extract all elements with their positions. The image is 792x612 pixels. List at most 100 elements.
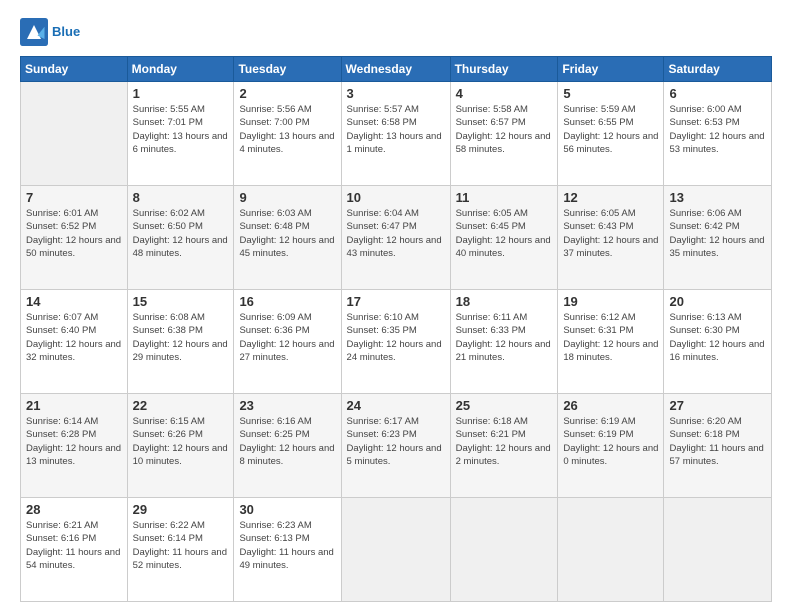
calendar-cell: 6 Sunrise: 6:00 AMSunset: 6:53 PMDaylight… bbox=[664, 82, 772, 186]
day-info: Sunrise: 6:02 AMSunset: 6:50 PMDaylight:… bbox=[133, 207, 229, 260]
calendar-cell bbox=[450, 498, 558, 602]
calendar-day-header: Wednesday bbox=[341, 57, 450, 82]
calendar-day-header: Tuesday bbox=[234, 57, 341, 82]
calendar-cell: 13 Sunrise: 6:06 AMSunset: 6:42 PMDayligh… bbox=[664, 186, 772, 290]
day-number: 21 bbox=[26, 398, 122, 413]
day-number: 27 bbox=[669, 398, 766, 413]
calendar-cell: 10 Sunrise: 6:04 AMSunset: 6:47 PMDayligh… bbox=[341, 186, 450, 290]
calendar-day-header: Saturday bbox=[664, 57, 772, 82]
logo-icon bbox=[20, 18, 48, 46]
day-info: Sunrise: 6:06 AMSunset: 6:42 PMDaylight:… bbox=[669, 207, 766, 260]
calendar-cell: 27 Sunrise: 6:20 AMSunset: 6:18 PMDayligh… bbox=[664, 394, 772, 498]
day-info: Sunrise: 6:12 AMSunset: 6:31 PMDaylight:… bbox=[563, 311, 658, 364]
calendar-cell: 15 Sunrise: 6:08 AMSunset: 6:38 PMDayligh… bbox=[127, 290, 234, 394]
day-info: Sunrise: 6:20 AMSunset: 6:18 PMDaylight:… bbox=[669, 415, 766, 468]
day-number: 24 bbox=[347, 398, 445, 413]
day-number: 7 bbox=[26, 190, 122, 205]
day-info: Sunrise: 6:09 AMSunset: 6:36 PMDaylight:… bbox=[239, 311, 335, 364]
day-info: Sunrise: 6:19 AMSunset: 6:19 PMDaylight:… bbox=[563, 415, 658, 468]
header: Blue bbox=[20, 18, 772, 46]
day-number: 16 bbox=[239, 294, 335, 309]
calendar-cell: 16 Sunrise: 6:09 AMSunset: 6:36 PMDayligh… bbox=[234, 290, 341, 394]
calendar-cell: 28 Sunrise: 6:21 AMSunset: 6:16 PMDayligh… bbox=[21, 498, 128, 602]
day-number: 11 bbox=[456, 190, 553, 205]
day-number: 13 bbox=[669, 190, 766, 205]
day-number: 18 bbox=[456, 294, 553, 309]
calendar-cell: 14 Sunrise: 6:07 AMSunset: 6:40 PMDayligh… bbox=[21, 290, 128, 394]
calendar-week-row: 14 Sunrise: 6:07 AMSunset: 6:40 PMDayligh… bbox=[21, 290, 772, 394]
day-number: 23 bbox=[239, 398, 335, 413]
calendar-cell bbox=[664, 498, 772, 602]
day-info: Sunrise: 5:55 AMSunset: 7:01 PMDaylight:… bbox=[133, 103, 229, 156]
logo-line2: Blue bbox=[52, 24, 80, 40]
day-info: Sunrise: 5:56 AMSunset: 7:00 PMDaylight:… bbox=[239, 103, 335, 156]
day-info: Sunrise: 6:17 AMSunset: 6:23 PMDaylight:… bbox=[347, 415, 445, 468]
day-number: 25 bbox=[456, 398, 553, 413]
day-info: Sunrise: 6:05 AMSunset: 6:45 PMDaylight:… bbox=[456, 207, 553, 260]
calendar-cell: 29 Sunrise: 6:22 AMSunset: 6:14 PMDayligh… bbox=[127, 498, 234, 602]
page: Blue SundayMondayTuesdayWednesdayThursda… bbox=[0, 0, 792, 612]
day-info: Sunrise: 6:22 AMSunset: 6:14 PMDaylight:… bbox=[133, 519, 229, 572]
calendar-cell: 2Sunrise: 5:56 AMSunset: 7:00 PMDaylight… bbox=[234, 82, 341, 186]
day-number: 10 bbox=[347, 190, 445, 205]
calendar-cell: 23 Sunrise: 6:16 AMSunset: 6:25 PMDayligh… bbox=[234, 394, 341, 498]
calendar-cell: 1 Sunrise: 5:55 AMSunset: 7:01 PMDaylight… bbox=[127, 82, 234, 186]
day-number: 17 bbox=[347, 294, 445, 309]
day-info: Sunrise: 6:16 AMSunset: 6:25 PMDaylight:… bbox=[239, 415, 335, 468]
day-number: 8 bbox=[133, 190, 229, 205]
day-info: Sunrise: 6:08 AMSunset: 6:38 PMDaylight:… bbox=[133, 311, 229, 364]
logo-text: Blue bbox=[52, 24, 80, 40]
calendar-day-header: Thursday bbox=[450, 57, 558, 82]
calendar-cell: 11 Sunrise: 6:05 AMSunset: 6:45 PMDayligh… bbox=[450, 186, 558, 290]
calendar-cell: 17Sunrise: 6:10 AMSunset: 6:35 PMDayligh… bbox=[341, 290, 450, 394]
day-number: 12 bbox=[563, 190, 658, 205]
day-info: Sunrise: 5:57 AMSunset: 6:58 PMDaylight:… bbox=[347, 103, 445, 156]
day-number: 15 bbox=[133, 294, 229, 309]
calendar-cell: 24 Sunrise: 6:17 AMSunset: 6:23 PMDayligh… bbox=[341, 394, 450, 498]
calendar-cell: 5 Sunrise: 5:59 AMSunset: 6:55 PMDaylight… bbox=[558, 82, 664, 186]
day-info: Sunrise: 5:58 AMSunset: 6:57 PMDaylight:… bbox=[456, 103, 553, 156]
calendar-cell: 19 Sunrise: 6:12 AMSunset: 6:31 PMDayligh… bbox=[558, 290, 664, 394]
day-number: 28 bbox=[26, 502, 122, 517]
day-number: 3 bbox=[347, 86, 445, 101]
day-number: 20 bbox=[669, 294, 766, 309]
day-info: Sunrise: 6:14 AMSunset: 6:28 PMDaylight:… bbox=[26, 415, 122, 468]
day-info: Sunrise: 6:04 AMSunset: 6:47 PMDaylight:… bbox=[347, 207, 445, 260]
day-info: Sunrise: 6:21 AMSunset: 6:16 PMDaylight:… bbox=[26, 519, 122, 572]
day-info: Sunrise: 6:13 AMSunset: 6:30 PMDaylight:… bbox=[669, 311, 766, 364]
calendar-cell: 8 Sunrise: 6:02 AMSunset: 6:50 PMDaylight… bbox=[127, 186, 234, 290]
day-info: Sunrise: 5:59 AMSunset: 6:55 PMDaylight:… bbox=[563, 103, 658, 156]
calendar-header-row: SundayMondayTuesdayWednesdayThursdayFrid… bbox=[21, 57, 772, 82]
day-info: Sunrise: 6:05 AMSunset: 6:43 PMDaylight:… bbox=[563, 207, 658, 260]
day-number: 30 bbox=[239, 502, 335, 517]
day-number: 5 bbox=[563, 86, 658, 101]
calendar-cell: 7 Sunrise: 6:01 AMSunset: 6:52 PMDaylight… bbox=[21, 186, 128, 290]
day-number: 19 bbox=[563, 294, 658, 309]
day-number: 26 bbox=[563, 398, 658, 413]
day-info: Sunrise: 6:01 AMSunset: 6:52 PMDaylight:… bbox=[26, 207, 122, 260]
day-number: 14 bbox=[26, 294, 122, 309]
calendar-cell bbox=[558, 498, 664, 602]
day-info: Sunrise: 6:00 AMSunset: 6:53 PMDaylight:… bbox=[669, 103, 766, 156]
day-info: Sunrise: 6:07 AMSunset: 6:40 PMDaylight:… bbox=[26, 311, 122, 364]
calendar-week-row: 21 Sunrise: 6:14 AMSunset: 6:28 PMDayligh… bbox=[21, 394, 772, 498]
calendar-day-header: Sunday bbox=[21, 57, 128, 82]
calendar-week-row: 7 Sunrise: 6:01 AMSunset: 6:52 PMDaylight… bbox=[21, 186, 772, 290]
calendar-cell: 22Sunrise: 6:15 AMSunset: 6:26 PMDayligh… bbox=[127, 394, 234, 498]
calendar-cell bbox=[21, 82, 128, 186]
day-number: 22 bbox=[133, 398, 229, 413]
calendar-cell: 9Sunrise: 6:03 AMSunset: 6:48 PMDaylight… bbox=[234, 186, 341, 290]
logo: Blue bbox=[20, 18, 80, 46]
day-number: 29 bbox=[133, 502, 229, 517]
day-info: Sunrise: 6:23 AMSunset: 6:13 PMDaylight:… bbox=[239, 519, 335, 572]
calendar-week-row: 1 Sunrise: 5:55 AMSunset: 7:01 PMDaylight… bbox=[21, 82, 772, 186]
calendar-week-row: 28 Sunrise: 6:21 AMSunset: 6:16 PMDayligh… bbox=[21, 498, 772, 602]
calendar-cell: 4 Sunrise: 5:58 AMSunset: 6:57 PMDaylight… bbox=[450, 82, 558, 186]
day-number: 6 bbox=[669, 86, 766, 101]
calendar-day-header: Friday bbox=[558, 57, 664, 82]
calendar-cell: 30 Sunrise: 6:23 AMSunset: 6:13 PMDayligh… bbox=[234, 498, 341, 602]
day-number: 4 bbox=[456, 86, 553, 101]
calendar-cell: 18Sunrise: 6:11 AMSunset: 6:33 PMDayligh… bbox=[450, 290, 558, 394]
calendar-cell: 12 Sunrise: 6:05 AMSunset: 6:43 PMDayligh… bbox=[558, 186, 664, 290]
day-number: 1 bbox=[133, 86, 229, 101]
